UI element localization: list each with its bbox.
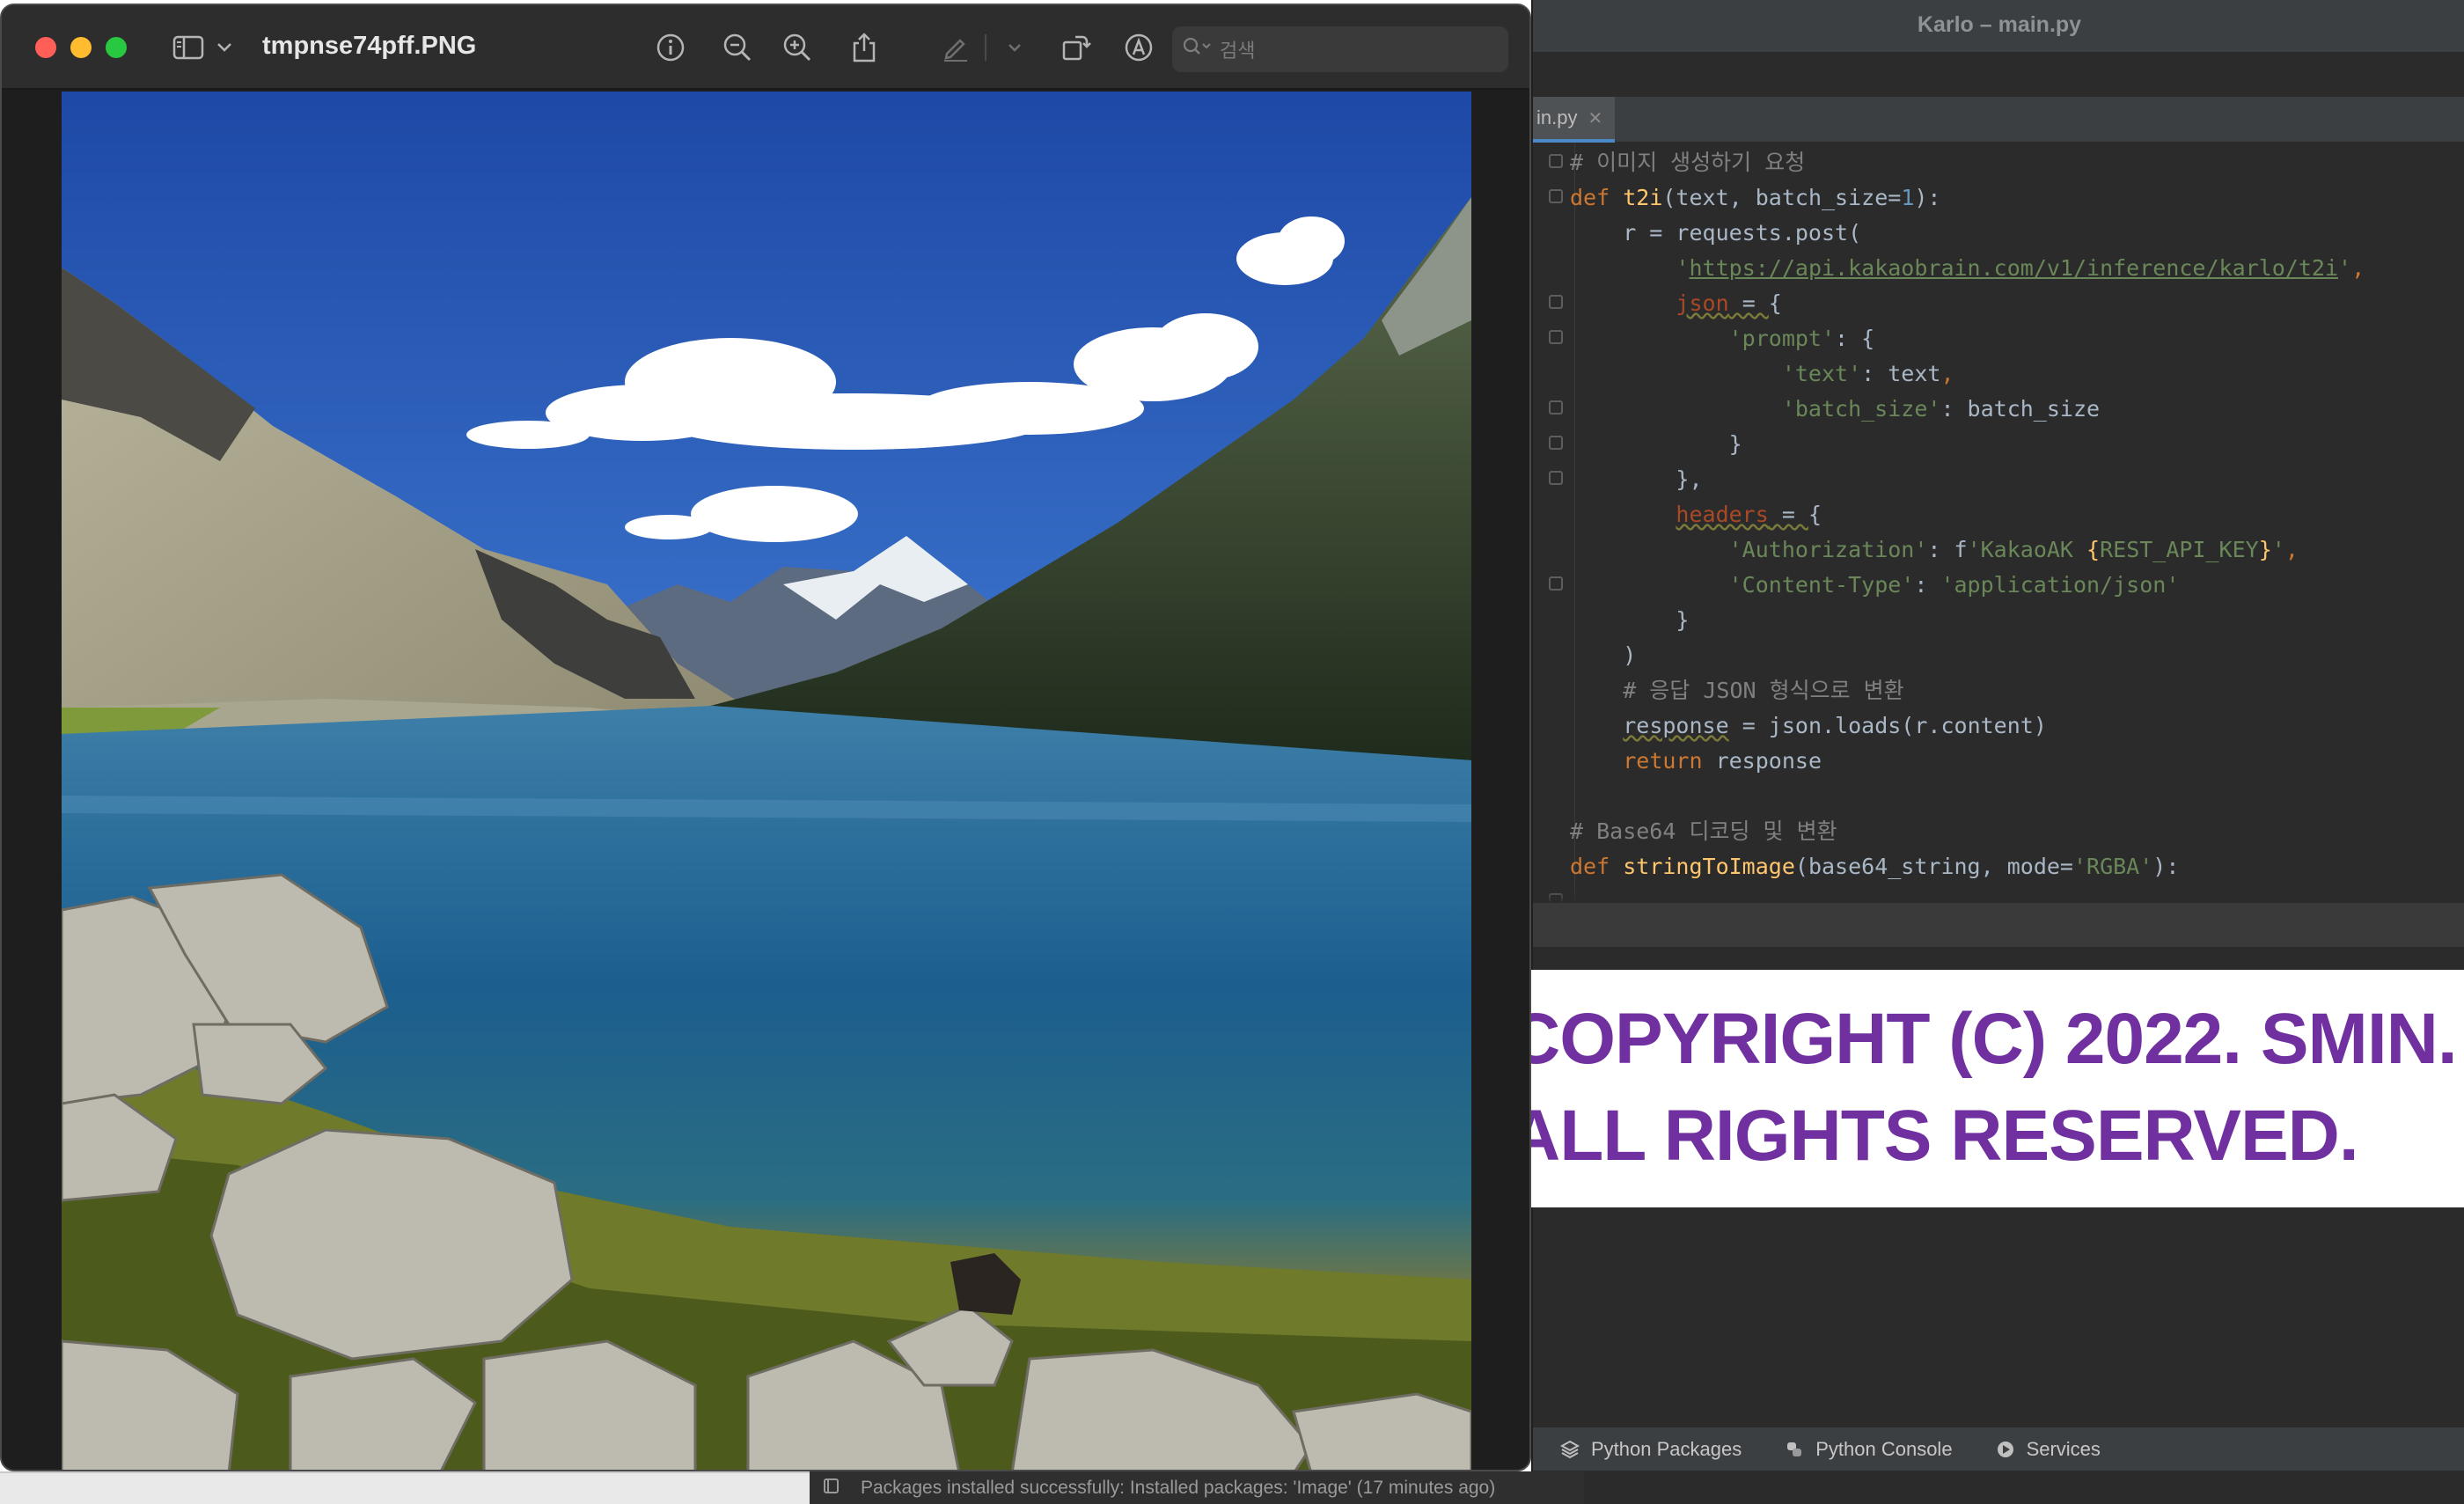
code-line[interactable]: 'text': text, bbox=[1570, 356, 1954, 392]
preview-image bbox=[62, 92, 1471, 1470]
status-message: Packages installed successfully: Install… bbox=[861, 1477, 1496, 1498]
search-icon bbox=[1183, 37, 1213, 62]
editor-tab-bar: in.py ✕ bbox=[1533, 97, 2464, 143]
code-line[interactable]: response = json.loads(r.content) bbox=[1570, 708, 2047, 744]
fold-marker-icon[interactable] bbox=[1549, 400, 1563, 415]
info-icon[interactable] bbox=[653, 30, 688, 65]
tool-window-python-packages[interactable]: Python Packages bbox=[1559, 1438, 1742, 1461]
python-icon bbox=[1784, 1439, 1805, 1460]
editor-gutter bbox=[1533, 143, 1575, 903]
pycharm-window: Karlo – main.py in.py ✕ # 이미지 생성하기 요청 def… bbox=[1531, 0, 2464, 1504]
code-line[interactable]: }, bbox=[1570, 462, 1702, 497]
close-tab-icon[interactable]: ✕ bbox=[1588, 107, 1602, 129]
zoom-in-icon[interactable] bbox=[780, 30, 815, 65]
editor-bottom-edge bbox=[1533, 891, 2464, 903]
services-icon bbox=[1995, 1439, 2016, 1460]
search-placeholder: 검색 bbox=[1220, 40, 1256, 62]
code-line[interactable]: } bbox=[1570, 427, 1742, 462]
code-line[interactable]: def t2i(text, batch_size=1): bbox=[1570, 180, 1940, 216]
copyright-overlay: COPYRIGHT (C) 2022. SMIN. ALL RIGHTS RES… bbox=[1480, 970, 2464, 1207]
tool-window-label: Python Packages bbox=[1591, 1437, 1742, 1460]
copyright-line-1: COPYRIGHT (C) 2022. SMIN. bbox=[1508, 999, 2458, 1079]
editor-tab-main-py[interactable]: in.py ✕ bbox=[1533, 97, 1616, 143]
minimize-window-button[interactable] bbox=[70, 37, 92, 58]
fold-marker-icon[interactable] bbox=[1549, 189, 1563, 203]
editor-splitter[interactable] bbox=[1533, 903, 2464, 947]
fold-marker-icon[interactable] bbox=[1549, 576, 1563, 591]
code-line[interactable]: 'Authorization': f'KakaoAK {REST_API_KEY… bbox=[1570, 532, 2299, 568]
chevron-down-icon[interactable] bbox=[211, 30, 238, 65]
code-line[interactable]: json = { bbox=[1570, 286, 1781, 321]
fold-marker-icon[interactable] bbox=[1549, 471, 1563, 485]
code-line[interactable]: 'https://api.kakaobrain.com/v1/inference… bbox=[1570, 251, 2365, 286]
markup-pen-icon[interactable] bbox=[938, 30, 973, 65]
code-line[interactable]: r = requests.post( bbox=[1570, 216, 1861, 251]
code-line[interactable]: 'prompt': { bbox=[1570, 321, 1875, 356]
copyright-line-2: ALL RIGHTS RESERVED. bbox=[1508, 1096, 2359, 1176]
fold-marker-icon[interactable] bbox=[1549, 295, 1563, 309]
code-line[interactable]: 'batch_size': batch_size bbox=[1570, 392, 2100, 427]
editor-tab-label: in.py bbox=[1536, 106, 1578, 128]
divider-icon bbox=[979, 30, 993, 65]
fold-marker-icon[interactable] bbox=[1549, 330, 1563, 344]
sidebar-toggle-icon[interactable] bbox=[171, 30, 206, 65]
layers-icon bbox=[1559, 1439, 1580, 1460]
tool-window-services[interactable]: Services bbox=[1995, 1438, 2101, 1461]
markup-chevron-down-icon[interactable] bbox=[1001, 30, 1028, 65]
tool-window-label: Python Console bbox=[1815, 1437, 1953, 1460]
code-line[interactable]: def stringToImage(base64_string, mode='R… bbox=[1570, 849, 2179, 884]
tool-window-python-console[interactable]: Python Console bbox=[1784, 1437, 1953, 1461]
zoom-out-icon[interactable] bbox=[720, 30, 755, 65]
ide-window-title: Karlo – main.py bbox=[1917, 12, 2082, 37]
search-field[interactable]: 검색 bbox=[1172, 26, 1508, 72]
preview-toolbar: tmpnse74pff.PNG 검색 bbox=[2, 5, 1529, 90]
code-line[interactable]: ) bbox=[1570, 638, 1636, 673]
ide-titlebar: Karlo – main.py bbox=[1533, 0, 2464, 53]
ide-status-bar: Packages installed successfully: Install… bbox=[810, 1471, 1584, 1504]
zoom-window-button[interactable] bbox=[106, 37, 127, 58]
desktop-strip bbox=[0, 1471, 810, 1504]
document-title: tmpnse74pff.PNG bbox=[262, 32, 477, 60]
annotate-icon[interactable] bbox=[1121, 30, 1156, 65]
close-window-button[interactable] bbox=[35, 37, 56, 58]
preview-window: tmpnse74pff.PNG 검색 bbox=[0, 4, 1531, 1471]
code-line[interactable]: # 이미지 생성하기 요청 bbox=[1570, 145, 1805, 180]
code-line[interactable]: return response bbox=[1570, 744, 1822, 779]
code-line[interactable]: headers = { bbox=[1570, 497, 1822, 532]
tool-window-bar: Python Packages Python Console Services bbox=[1533, 1427, 2464, 1471]
rotate-icon[interactable] bbox=[1058, 30, 1093, 65]
tool-window-label: Services bbox=[2026, 1437, 2101, 1460]
code-editor[interactable]: # 이미지 생성하기 요청 def t2i(text, batch_size=1)… bbox=[1533, 143, 2464, 903]
square-icon[interactable] bbox=[822, 1476, 841, 1500]
code-line[interactable]: # Base64 디코딩 및 변환 bbox=[1570, 814, 1837, 849]
screen: Karlo – main.py in.py ✕ # 이미지 생성하기 요청 def… bbox=[0, 0, 2464, 1504]
code-line[interactable]: } bbox=[1570, 603, 1689, 638]
fold-marker-icon[interactable] bbox=[1549, 154, 1563, 168]
share-icon[interactable] bbox=[847, 30, 882, 65]
code-line[interactable]: 'Content-Type': 'application/json' bbox=[1570, 568, 2180, 603]
fold-marker-icon[interactable] bbox=[1549, 436, 1563, 450]
code-line[interactable]: # 응답 JSON 형식으로 변환 bbox=[1570, 673, 1903, 708]
